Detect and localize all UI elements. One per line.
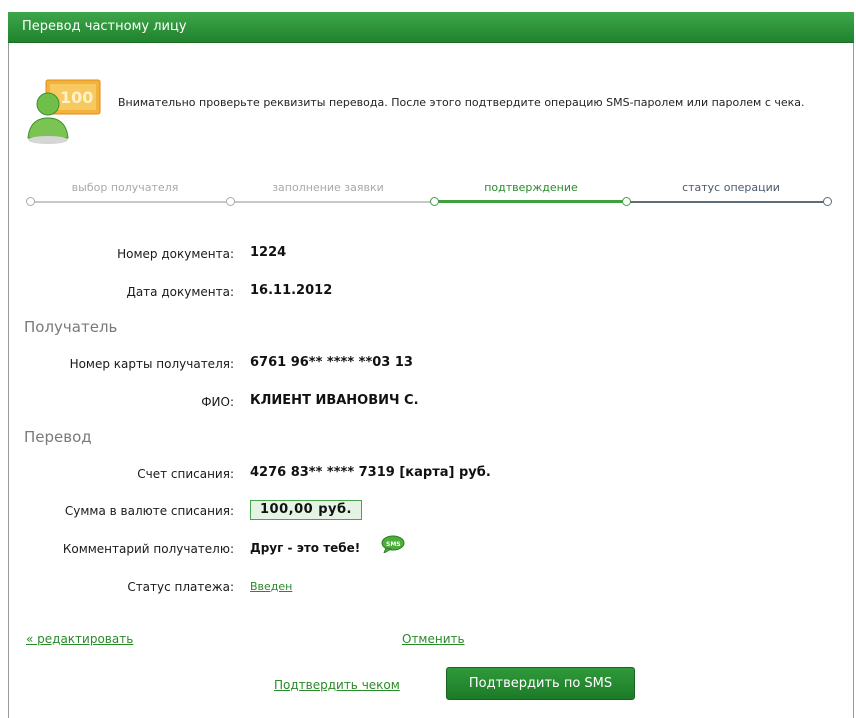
panel-header: Перевод частному лицу: [8, 12, 854, 43]
recipient-card-value: 6761 96** **** **03 13: [250, 355, 413, 370]
edit-link[interactable]: « редактировать: [26, 632, 133, 646]
svg-text:100: 100: [60, 88, 93, 107]
intro-text: Внимательно проверьте реквизиты перевода…: [118, 96, 805, 109]
sms-bubble-icon: SMS: [381, 535, 405, 553]
confirm-sms-button[interactable]: Подтвердить по SMS: [446, 667, 635, 700]
comment-value: Друг - это тебе!: [250, 541, 361, 555]
document-date-value: 16.11.2012: [250, 283, 333, 298]
document-date-label: Дата документа:: [126, 285, 234, 299]
amount-value: 100,00 руб.: [250, 500, 362, 520]
svg-text:SMS: SMS: [386, 541, 401, 548]
page-title: Перевод частному лицу: [22, 19, 187, 34]
cancel-link[interactable]: Отменить: [402, 632, 465, 646]
user-with-banknote-icon: 100: [27, 79, 101, 144]
payment-status-link[interactable]: Введен: [250, 580, 292, 593]
document-number-label: Номер документа:: [117, 247, 234, 261]
confirm-by-check-link[interactable]: Подтвердить чеком: [274, 678, 400, 692]
debit-account-value: 4276 83** **** 7319 [карта] руб.: [250, 465, 491, 480]
recipient-card-label: Номер карты получателя:: [69, 357, 234, 371]
transfer-section-title: Перевод: [24, 428, 92, 446]
recipient-name-value: КЛИЕНТ ИВАНОВИЧ С.: [250, 393, 419, 408]
recipient-section-title: Получатель: [24, 318, 118, 336]
document-number-value: 1224: [250, 245, 287, 260]
amount-label: Сумма в валюте списания:: [64, 504, 234, 518]
debit-account-label: Счет списания:: [137, 467, 234, 481]
payment-status-label: Статус платежа:: [127, 580, 234, 594]
recipient-name-label: ФИО:: [201, 395, 234, 409]
comment-label: Комментарий получателю:: [62, 542, 234, 556]
